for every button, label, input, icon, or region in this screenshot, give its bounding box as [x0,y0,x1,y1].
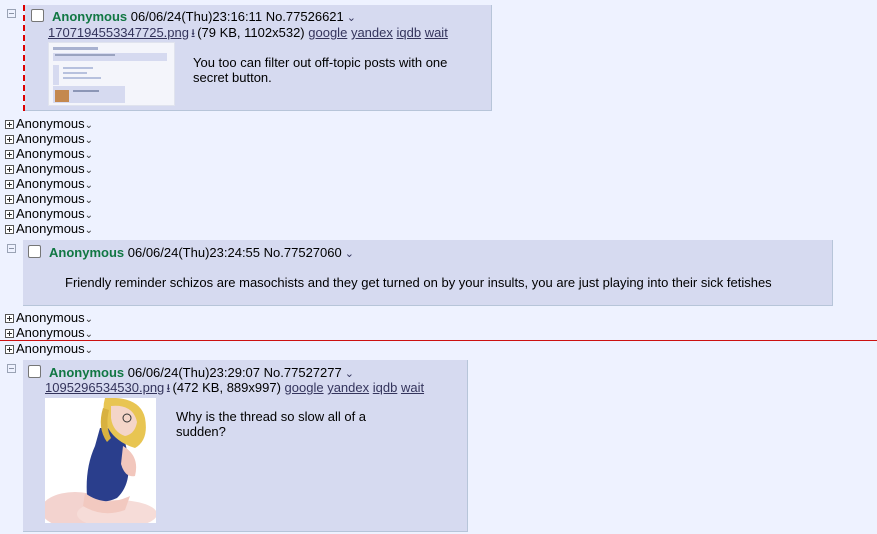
file-info: 1707194553347725.png ⭳ (79 KB, 1102x532) g… [48,25,448,41]
post-header: Anonymous 06/06/24(Thu)23:16:11 No.77526… [31,9,356,26]
thumbnail-illustration [45,398,156,523]
plus-toggle-icon[interactable] [5,345,14,354]
collapsed-post-name: Anonymous [16,206,85,221]
new-posts-separator [0,340,877,341]
poster-name: Anonymous [52,9,128,24]
chevron-down-icon[interactable]: ⌄ [85,195,93,206]
plus-toggle-icon[interactable] [5,120,14,129]
chevron-down-icon[interactable]: ⌄ [85,120,93,131]
collapsed-post-name: Anonymous [16,116,85,131]
collapse-post-toggle-icon[interactable] [7,364,16,373]
reply-post: Anonymous 06/06/24(Thu)23:16:11 No.77526… [25,5,492,111]
chevron-down-icon[interactable]: ⌄ [85,225,93,236]
file-link[interactable]: 1095296534530.png [45,380,164,395]
post-number[interactable]: No.77527060 [264,245,342,260]
poster-name: Anonymous [49,245,125,260]
post-datetime: 06/06/24(Thu)23:16:11 [130,9,263,24]
collapsed-post-name: Anonymous [16,146,85,161]
post-datetime: 06/06/24(Thu)23:24:55 [127,245,261,260]
poster-name: Anonymous [49,365,125,380]
post-number[interactable]: No.77527277 [264,365,342,380]
download-icon[interactable]: ⭳ [191,26,195,40]
chevron-down-icon[interactable]: ⌄ [345,248,354,260]
file-meta: (472 KB, 889x997) [172,380,281,395]
collapsed-post[interactable]: Anonymous⌄ [5,341,93,358]
search-link-google[interactable]: google [285,380,324,395]
chevron-down-icon[interactable]: ⌄ [85,314,93,325]
chevron-down-icon[interactable]: ⌄ [85,150,93,161]
post-datetime: 06/06/24(Thu)23:29:07 [127,365,261,380]
plus-toggle-icon[interactable] [5,225,14,234]
chevron-down-icon[interactable]: ⌄ [85,135,93,146]
chevron-down-icon[interactable]: ⌄ [345,368,354,380]
collapse-post-toggle-icon[interactable] [7,9,16,18]
post-message: Why is the thread so slow all of a sudde… [176,409,367,439]
collapsed-post-name: Anonymous [16,341,85,356]
collapsed-post-name: Anonymous [16,131,85,146]
post-thumbnail[interactable] [48,42,175,106]
plus-toggle-icon[interactable] [5,165,14,174]
search-link-iqdb[interactable]: iqdb [396,25,421,40]
post-checkbox[interactable] [28,365,41,378]
post-number[interactable]: No.77526621 [266,9,344,24]
collapsed-post-name: Anonymous [16,191,85,206]
search-link-iqdb[interactable]: iqdb [373,380,398,395]
collapse-post-toggle-icon[interactable] [7,244,16,253]
collapsed-post[interactable]: Anonymous⌄ [5,221,93,238]
search-link-google[interactable]: google [308,25,347,40]
plus-toggle-icon[interactable] [5,314,14,323]
post-header: Anonymous 06/06/24(Thu)23:24:55 No.77527… [28,245,354,262]
chevron-down-icon[interactable]: ⌄ [347,12,356,24]
chevron-down-icon[interactable]: ⌄ [85,345,93,356]
reply-post: Anonymous 06/06/24(Thu)23:29:07 No.77527… [23,360,468,532]
collapsed-post-name: Anonymous [16,176,85,191]
post-message: Friendly reminder schizos are masochists… [65,275,772,290]
plus-toggle-icon[interactable] [5,329,14,338]
reply-post: Anonymous 06/06/24(Thu)23:24:55 No.77527… [23,240,833,306]
plus-toggle-icon[interactable] [5,150,14,159]
search-link-yandex[interactable]: yandex [351,25,393,40]
download-icon[interactable]: ⭳ [166,381,170,395]
search-link-yandex[interactable]: yandex [327,380,369,395]
file-info: 1095296534530.png ⭳ (472 KB, 889x997) goog… [45,380,424,396]
post-checkbox[interactable] [28,245,41,258]
chevron-down-icon[interactable]: ⌄ [85,180,93,191]
chevron-down-icon[interactable]: ⌄ [85,165,93,176]
post-checkbox[interactable] [31,9,44,22]
search-link-wait[interactable]: wait [401,380,424,395]
chevron-down-icon[interactable]: ⌄ [85,329,93,340]
file-link[interactable]: 1707194553347725.png [48,25,189,40]
collapsed-post-name: Anonymous [16,310,85,325]
collapsed-post-name: Anonymous [16,161,85,176]
file-meta: (79 KB, 1102x532) [197,25,305,40]
collapsed-post-name: Anonymous [16,325,85,340]
plus-toggle-icon[interactable] [5,135,14,144]
plus-toggle-icon[interactable] [5,180,14,189]
search-link-wait[interactable]: wait [425,25,448,40]
post-message: You too can filter out off-topic posts w… [193,55,448,85]
chevron-down-icon[interactable]: ⌄ [85,210,93,221]
plus-toggle-icon[interactable] [5,195,14,204]
collapsed-post-name: Anonymous [16,221,85,236]
post-thumbnail[interactable] [45,398,156,523]
plus-toggle-icon[interactable] [5,210,14,219]
